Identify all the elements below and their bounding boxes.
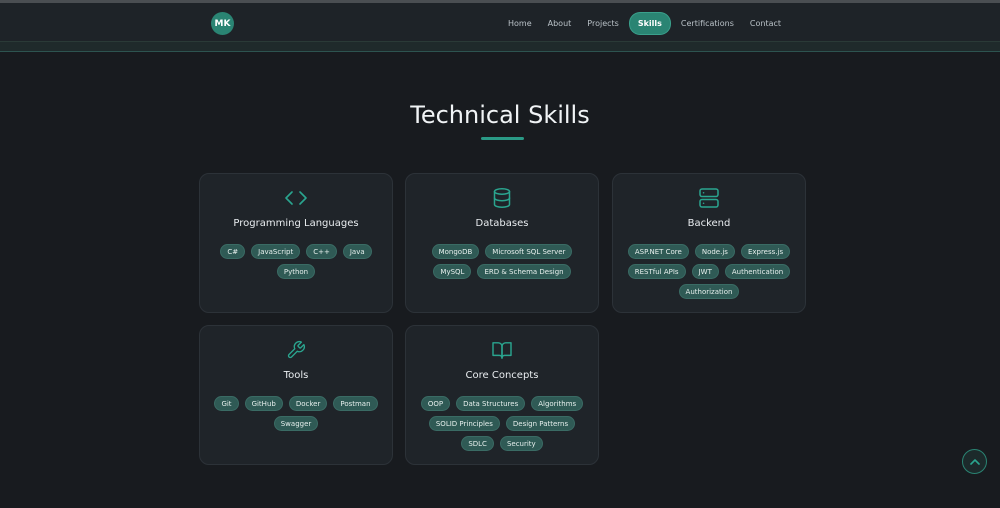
database-icon (406, 186, 598, 210)
skill-card-tools: Tools Git GitHub Docker Postman Swagger (199, 325, 393, 465)
skill-chip: ASP.NET Core (627, 244, 689, 259)
server-icon (613, 186, 805, 210)
skill-chip: SOLID Principles (428, 416, 500, 431)
book-icon (406, 338, 598, 362)
skill-chip: Microsoft SQL Server (485, 244, 573, 259)
navbar: MK Home About Projects Skills Certificat… (0, 3, 1000, 42)
card-title: Programming Languages (233, 218, 359, 229)
card-title: Core Concepts (465, 370, 539, 381)
skill-chip: GitHub (244, 396, 283, 411)
skill-chip-list: OOP Data Structures Algorithms SOLID Pri… (420, 396, 584, 451)
title-underline (481, 137, 524, 140)
nav-link-home[interactable]: Home (503, 13, 537, 33)
skill-chip: Express.js (740, 244, 791, 259)
navbar-accent-strip (0, 42, 1000, 52)
skill-chip: Node.js (694, 244, 735, 259)
skill-card-core-concepts: Core Concepts OOP Data Structures Algori… (405, 325, 599, 465)
skill-chip-list: C# JavaScript C++ Java Python (214, 244, 378, 279)
skill-chip: ERD & Schema Design (477, 264, 571, 279)
skill-chip: Authorization (678, 284, 740, 299)
skill-card-programming-languages: Programming Languages C# JavaScript C++ … (199, 173, 393, 313)
skill-chip-list: ASP.NET Core Node.js Express.js RESTful … (627, 244, 791, 299)
skill-chip: Java (342, 244, 372, 259)
skill-chip: MySQL (433, 264, 472, 279)
skill-chip: Algorithms (531, 396, 584, 411)
skill-chip: Design Patterns (505, 416, 576, 431)
nav-link-contact[interactable]: Contact (745, 13, 786, 33)
scroll-to-top-button[interactable] (962, 449, 987, 474)
skill-chip: RESTful APIs (627, 264, 686, 279)
skill-chip: Security (499, 436, 543, 451)
card-title: Databases (475, 218, 529, 229)
skill-chip: Python (276, 264, 316, 279)
skill-chip: C++ (306, 244, 337, 259)
chevron-up-icon (969, 459, 980, 465)
skill-chip: Postman (333, 396, 378, 411)
card-title: Backend (687, 218, 731, 229)
code-icon (200, 186, 392, 210)
nav-links: Home About Projects Skills Certification… (503, 12, 786, 34)
logo[interactable]: MK (211, 12, 234, 35)
skill-chip: JWT (691, 264, 719, 279)
nav-link-projects[interactable]: Projects (582, 13, 624, 33)
skill-card-databases: Databases MongoDB Microsoft SQL Server M… (405, 173, 599, 313)
skill-chip: MongoDB (431, 244, 480, 259)
skill-chip: C# (220, 244, 246, 259)
section-title: Technical Skills (410, 101, 590, 129)
nav-link-skills[interactable]: Skills (629, 12, 670, 34)
skill-chip-list: MongoDB Microsoft SQL Server MySQL ERD &… (420, 244, 584, 279)
skill-chip: Data Structures (456, 396, 526, 411)
wrench-icon (200, 338, 392, 362)
skill-chip: Git (214, 396, 239, 411)
skill-chip: SDLC (461, 436, 494, 451)
skill-chip: JavaScript (251, 244, 301, 259)
skill-chip: OOP (420, 396, 451, 411)
skill-card-backend: Backend ASP.NET Core Node.js Express.js … (612, 173, 806, 313)
skill-chip: Docker (288, 396, 328, 411)
nav-link-about[interactable]: About (543, 13, 577, 33)
nav-link-certifications[interactable]: Certifications (676, 13, 739, 33)
skill-chip-list: Git GitHub Docker Postman Swagger (214, 396, 378, 431)
skill-chip: Authentication (724, 264, 791, 279)
skill-chip: Swagger (273, 416, 319, 431)
card-title: Tools (283, 370, 309, 381)
